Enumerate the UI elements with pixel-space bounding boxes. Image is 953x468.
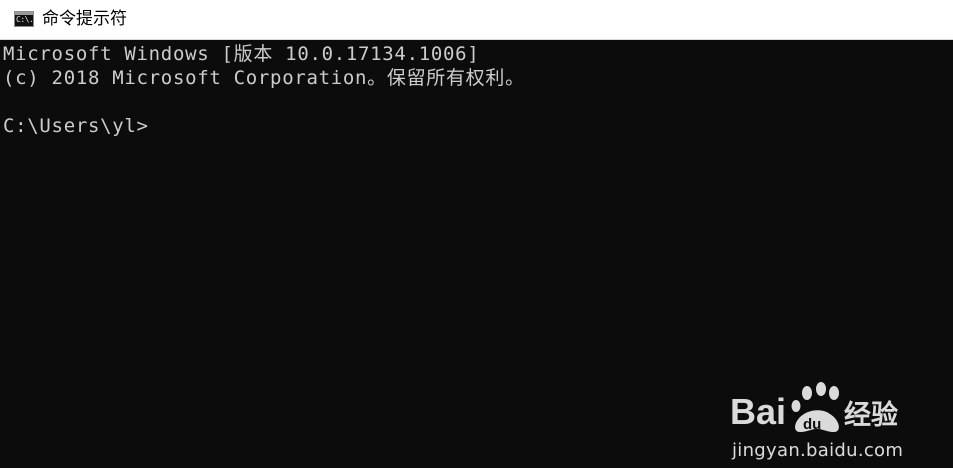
watermark-url: jingyan.baidu.com	[732, 440, 904, 461]
console-output-area[interactable]: Microsoft Windows [版本 10.0.17134.1006] (…	[0, 40, 953, 461]
console-line-copyright: (c) 2018 Microsoft Corporation。保留所有权利。	[3, 67, 525, 89]
baidu-logo-icon: Bai du 经验	[730, 382, 898, 433]
baidu-jingyan-watermark: Bai du 经验 jingyan.baidu.com	[730, 378, 935, 468]
watermark-brand-bai: Bai	[730, 391, 786, 432]
cmd-app-icon[interactable]: C:\.	[14, 11, 34, 27]
window-title: 命令提示符	[42, 9, 127, 29]
watermark-brand-jingyan: 经验	[844, 399, 898, 431]
cmd-icon-glyph: C:\.	[16, 15, 34, 24]
console-line-version: Microsoft Windows [版本 10.0.17134.1006]	[3, 43, 480, 65]
title-bar[interactable]: C:\. 命令提示符	[0, 0, 953, 40]
console-prompt[interactable]: C:\Users\yl>	[3, 114, 149, 138]
watermark-brand-du: du	[803, 416, 821, 433]
